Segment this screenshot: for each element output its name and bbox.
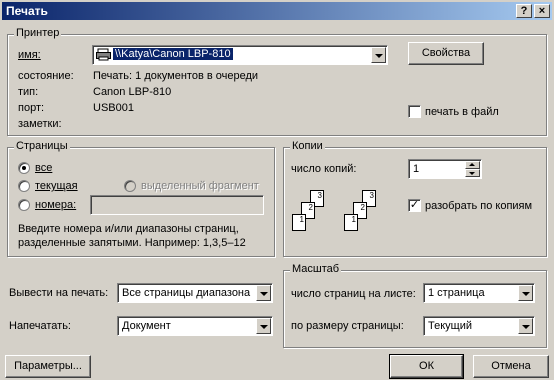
- port-value: USB001: [93, 102, 134, 114]
- notes-label: заметки:: [18, 118, 62, 130]
- pages-selection-label: выделенный фрагмент: [141, 180, 259, 192]
- collate-checkbox[interactable]: ✓: [408, 199, 421, 212]
- options-button[interactable]: Параметры...: [5, 355, 91, 378]
- close-button[interactable]: ×: [534, 4, 550, 18]
- pages-all-radio[interactable]: [18, 162, 30, 174]
- copies-count-label: число копий:: [291, 163, 357, 175]
- scale-value: Текущий: [428, 320, 472, 332]
- ok-button[interactable]: ОК: [389, 354, 464, 379]
- type-value: Canon LBP-810: [93, 86, 172, 98]
- pages-hint-line2: разделенные запятыми. Например: 1,3,5–12: [18, 237, 246, 249]
- scale-combo[interactable]: Текущий: [423, 316, 535, 336]
- pages-numbers-input[interactable]: [90, 195, 264, 215]
- status-value: Печать: 1 документов в очереди: [93, 70, 259, 82]
- printer-name-label: имя:: [18, 49, 41, 61]
- copies-legend: Копии: [290, 140, 325, 152]
- pages-per-sheet-label: число страниц на листе:: [291, 288, 416, 300]
- collate-label[interactable]: разобрать по копиям: [425, 200, 532, 212]
- title-bar[interactable]: Печать ? ×: [2, 2, 552, 20]
- printer-icon: [96, 48, 111, 61]
- print-item-combo[interactable]: Документ: [117, 316, 273, 336]
- pages-numbers-radio[interactable]: [18, 199, 30, 211]
- spin-down-icon[interactable]: [465, 169, 480, 177]
- chevron-down-icon[interactable]: [518, 285, 533, 301]
- pages-hint-line1: Введите номера и/или диапазоны страниц,: [18, 223, 239, 235]
- pages-selection-radio[interactable]: [124, 180, 136, 192]
- pages-current-radio[interactable]: [18, 180, 30, 192]
- printer-legend: Принтер: [14, 27, 62, 39]
- type-label: тип:: [18, 86, 39, 98]
- page-icon: 1: [344, 214, 358, 231]
- checkmark-icon: ✓: [409, 199, 420, 211]
- printer-name-combo[interactable]: \\Katya\Canon LBP-810: [92, 45, 388, 65]
- spin-up-icon[interactable]: [465, 161, 480, 169]
- print-item-value: Документ: [122, 320, 171, 332]
- cancel-button[interactable]: Отмена: [473, 355, 549, 378]
- pages-current-label[interactable]: текущая: [35, 180, 78, 192]
- print-what-label: Вывести на печать:: [9, 287, 109, 299]
- print-what-combo[interactable]: Все страницы диапазона: [117, 283, 273, 303]
- chevron-down-icon[interactable]: [518, 318, 533, 334]
- print-to-file-checkbox[interactable]: [408, 105, 421, 118]
- pages-legend: Страницы: [14, 140, 70, 152]
- collate-preview-a: 3 2 1: [288, 188, 336, 244]
- pages-all-label[interactable]: все: [35, 162, 52, 174]
- chevron-down-icon[interactable]: [256, 285, 271, 301]
- print-dialog: Печать ? × Принтер имя: \\Katya\Canon LB…: [0, 0, 554, 380]
- copies-count-spinner[interactable]: 1: [408, 159, 482, 179]
- pages-numbers-label[interactable]: номера:: [35, 199, 76, 211]
- printer-name-value: \\Katya\Canon LBP-810: [113, 48, 233, 60]
- print-what-value: Все страницы диапазона: [122, 287, 251, 299]
- pages-per-sheet-value: 1 страница: [428, 287, 485, 299]
- pages-per-sheet-combo[interactable]: 1 страница: [423, 283, 535, 303]
- status-label: состояние:: [18, 70, 74, 82]
- port-label: порт:: [18, 102, 45, 114]
- properties-button[interactable]: Свойства: [408, 42, 484, 65]
- help-button[interactable]: ?: [516, 4, 532, 18]
- scale-label: по размеру страницы:: [291, 320, 404, 332]
- window-title: Печать: [6, 4, 48, 18]
- page-icon: 1: [292, 214, 306, 231]
- zoom-group: Масштаб: [283, 263, 547, 348]
- copies-count-value: 1: [413, 163, 420, 175]
- chevron-down-icon[interactable]: [371, 47, 386, 63]
- print-to-file-label[interactable]: печать в файл: [425, 106, 499, 118]
- chevron-down-icon[interactable]: [256, 318, 271, 334]
- collate-preview-b: 3 2 1: [340, 188, 388, 244]
- print-item-label: Напечатать:: [9, 320, 71, 332]
- zoom-legend: Масштаб: [290, 263, 342, 275]
